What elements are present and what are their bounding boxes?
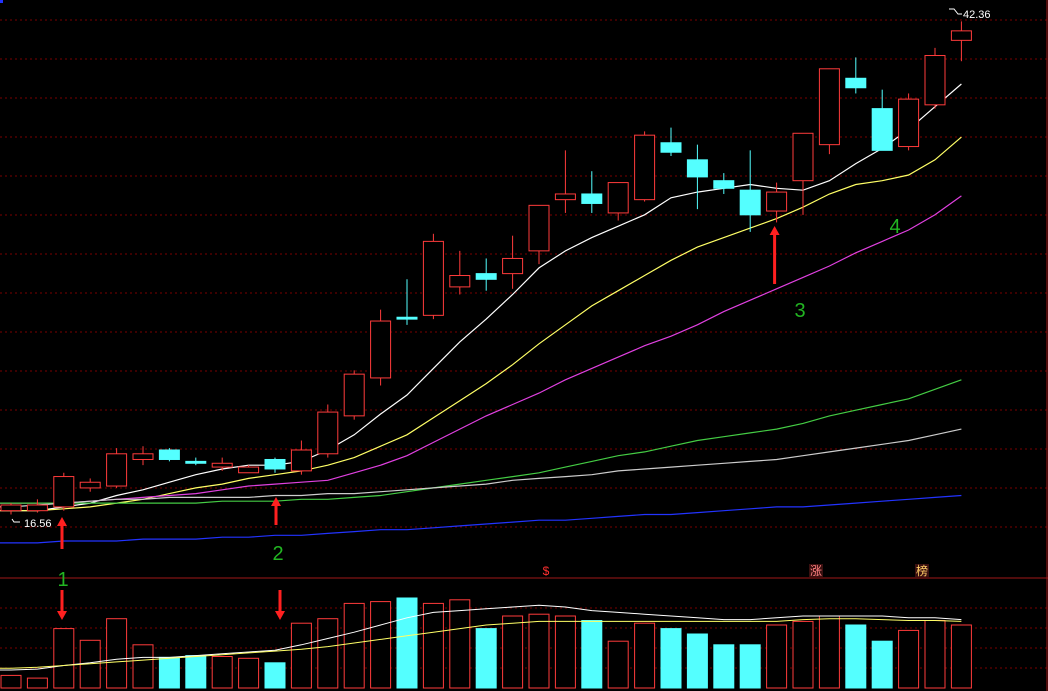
marker-30: 涨 (810, 563, 822, 578)
max-price-pointer (949, 8, 962, 15)
signal-label-4: 4 (889, 216, 900, 238)
volume-bar (528, 613, 550, 689)
volume-bar (211, 656, 233, 689)
volume-bar (53, 628, 75, 689)
candle-body (106, 453, 128, 487)
candle-body (0, 504, 22, 512)
candle-body (528, 204, 550, 252)
candle-body (158, 449, 180, 460)
candle-body (264, 458, 286, 470)
candle-body (660, 142, 682, 153)
volume-bar (370, 601, 392, 689)
volume-bar (0, 674, 22, 689)
signal-label-2: 2 (272, 543, 283, 565)
candle-body (739, 189, 761, 216)
signal-arrow-1-head (57, 517, 67, 526)
candle-body (449, 275, 471, 288)
volume-bars (0, 597, 972, 689)
volume-bar (686, 633, 708, 689)
candle-body (370, 320, 392, 379)
volume-bar (185, 655, 207, 689)
volume-bar (132, 644, 154, 689)
candle-body (766, 191, 788, 212)
volume-bar (713, 644, 735, 689)
candle-body (607, 182, 629, 214)
volume-bar (739, 644, 761, 689)
candle-body (924, 55, 946, 106)
min-price-label: 16.56 (24, 518, 52, 530)
volume-bar (660, 628, 682, 689)
min-price-pointer (11, 518, 20, 523)
candle-body (818, 68, 840, 146)
corner-marker (0, 0, 3, 3)
moving-average-lines (0, 83, 962, 544)
volume-bar (449, 599, 471, 689)
candle-body (581, 193, 603, 204)
volume-bar (924, 620, 946, 689)
volume-bar (581, 620, 603, 689)
candle-body (317, 411, 339, 455)
volume-bar (607, 640, 629, 689)
volume-bar (871, 640, 893, 689)
volume-bar (634, 622, 656, 689)
candle-body (343, 373, 365, 417)
volume-bar (238, 657, 260, 689)
volume-bar (950, 624, 972, 689)
ma-line (0, 83, 962, 512)
signal-label-1: 1 (57, 569, 68, 591)
candle-body (211, 462, 233, 468)
candle-body (634, 134, 656, 201)
volume-signal-arrow-head (57, 611, 67, 620)
grid-lines (0, 0, 1048, 691)
volume-bar (475, 628, 497, 689)
candle-body (290, 449, 312, 472)
candle-body (554, 193, 576, 201)
volume-bar (264, 662, 286, 689)
candle-body (950, 30, 972, 41)
volume-signal-arrow-head (275, 611, 285, 620)
candle-body (238, 466, 260, 474)
candle-body (79, 481, 101, 489)
candle-body (845, 77, 867, 89)
volume-bar (396, 597, 418, 689)
volume-bar (502, 615, 524, 689)
marker-34: 榜 (916, 563, 928, 578)
candle-body (792, 132, 814, 182)
candle-body (185, 460, 207, 464)
signal-arrow-3-head (769, 226, 780, 235)
candle-body (502, 257, 524, 275)
candle-body (898, 98, 920, 148)
candlestick-chart: 1 2 3 4 $ 涨 榜 42.36 16.56 (0, 0, 1048, 691)
volume-bar (845, 624, 867, 689)
candle-body (422, 240, 444, 316)
marker-20: $ (543, 564, 550, 578)
volume-bar (792, 620, 814, 689)
volume-bar (343, 602, 365, 689)
volume-bar (766, 624, 788, 689)
volume-bar (898, 629, 920, 689)
max-price-label: 42.36 (963, 9, 991, 21)
volume-bar (554, 615, 576, 689)
volume-bar (422, 602, 444, 689)
volume-bar (290, 622, 312, 689)
candle-body (713, 180, 735, 189)
volume-bar (158, 656, 180, 689)
ma-line (0, 428, 962, 508)
candle-body (396, 316, 418, 320)
candle-body (53, 476, 75, 508)
signal-label-3: 3 (794, 300, 805, 322)
volume-bar (106, 618, 128, 689)
candle-body (26, 504, 48, 512)
volume-bar (26, 677, 48, 689)
volume-bar (317, 618, 339, 689)
candle-body (686, 159, 708, 178)
candle-body (871, 108, 893, 151)
volume-bar (818, 615, 840, 689)
candle-body (132, 453, 154, 460)
candle-body (475, 273, 497, 280)
